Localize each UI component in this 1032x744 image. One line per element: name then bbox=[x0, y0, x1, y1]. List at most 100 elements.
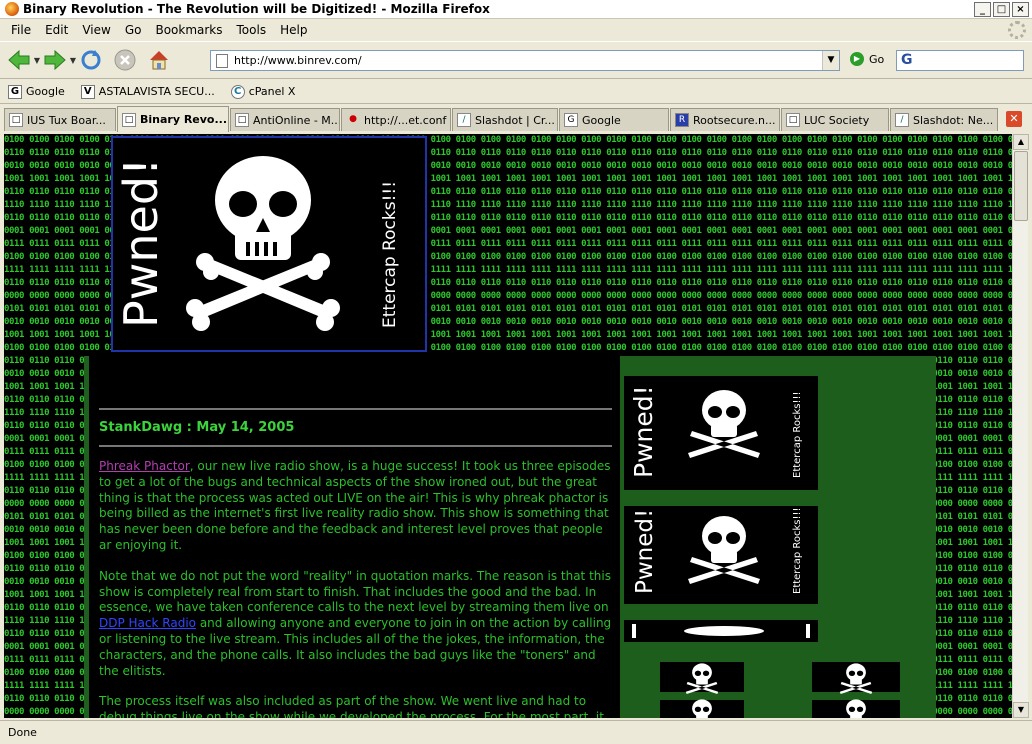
reload-icon bbox=[81, 50, 101, 70]
rootsecure-icon: R bbox=[675, 113, 689, 127]
bookmark-label: cPanel X bbox=[248, 85, 296, 98]
tab-ius-tux[interactable]: □ IUS Tux Boar... bbox=[4, 108, 116, 131]
divider bbox=[99, 445, 612, 447]
post-header: StankDawg : May 14, 2005 bbox=[99, 420, 295, 435]
tab-label: http://...et.conf bbox=[364, 113, 447, 127]
minimize-button[interactable]: _ bbox=[974, 2, 991, 17]
url-text[interactable]: http://www.binrev.com/ bbox=[234, 54, 822, 67]
forward-history-dropdown[interactable]: ▼ bbox=[68, 56, 78, 65]
slashdot-icon: / bbox=[895, 113, 909, 127]
back-history-dropdown[interactable]: ▼ bbox=[32, 56, 42, 65]
back-button[interactable] bbox=[6, 47, 32, 73]
ddp-hack-radio-link[interactable]: DDP Hack Radio bbox=[99, 616, 196, 630]
bookmark-astalavista[interactable]: V ASTALAVISTA SECU... bbox=[80, 84, 215, 99]
svg-text:Ettercap Rocks!!!: Ettercap Rocks!!! bbox=[792, 508, 803, 595]
svg-text:Pwned!: Pwned! bbox=[629, 385, 658, 478]
browser-window: Binary Revolution - The Revolution will … bbox=[0, 0, 1032, 744]
close-tab-icon[interactable]: ✕ bbox=[1006, 111, 1022, 127]
tab-binary-revolution[interactable]: □ Binary Revo... bbox=[117, 106, 229, 132]
scroll-down-icon[interactable]: ▼ bbox=[1013, 702, 1029, 718]
cpanel-icon: C bbox=[230, 84, 245, 99]
maximize-button[interactable]: □ bbox=[993, 2, 1010, 17]
page-content: 0100 0100 0100 0100 0100 0100 0100 0100 … bbox=[4, 134, 1012, 718]
pwned-text: Pwned! bbox=[114, 158, 168, 328]
throbber-icon bbox=[1008, 21, 1026, 39]
menu-go[interactable]: Go bbox=[118, 23, 149, 37]
tab-label: AntiOnline - M... bbox=[253, 113, 340, 127]
astalavista-icon: V bbox=[80, 84, 95, 99]
tab-label: Rootsecure.n... bbox=[693, 113, 776, 127]
menu-file[interactable]: File bbox=[4, 23, 38, 37]
page-icon bbox=[216, 53, 228, 68]
bookmark-label: ASTALAVISTA SECU... bbox=[98, 85, 215, 98]
pwned-image-6 bbox=[660, 699, 744, 718]
pwned-image-5 bbox=[812, 662, 900, 694]
search-input[interactable]: G bbox=[896, 50, 1024, 71]
redhat-icon: ● bbox=[349, 114, 357, 124]
tab-label: IUS Tux Boar... bbox=[27, 113, 106, 127]
pwned-image-1: Pwned! Ettercap Rocks!!! bbox=[624, 376, 818, 490]
tab-bar: □ IUS Tux Boar... □ Binary Revo... □ Ant… bbox=[0, 106, 1032, 132]
forward-arrow-icon bbox=[44, 49, 66, 71]
close-button[interactable]: × bbox=[1012, 2, 1029, 17]
main-column: StankDawg : May 14, 2005 Phreak Phactor,… bbox=[84, 356, 620, 718]
menu-bar: File Edit View Go Bookmarks Tools Help bbox=[0, 20, 1032, 40]
tab-label: Slashdot | Cr... bbox=[475, 113, 555, 127]
svg-text:Pwned!: Pwned! bbox=[632, 509, 658, 594]
reload-button[interactable] bbox=[78, 47, 104, 73]
bookmark-cpanel[interactable]: C cPanel X bbox=[230, 84, 296, 99]
bookmark-label: Google bbox=[26, 85, 65, 98]
pwned-banner-image: Pwned! Ettercap Rocks!!! bbox=[111, 136, 427, 352]
vertical-scrollbar[interactable]: ▲ ▼ bbox=[1012, 134, 1029, 718]
menu-tools[interactable]: Tools bbox=[230, 23, 274, 37]
post-paragraph-2: Note that we do not put the word "realit… bbox=[99, 569, 612, 680]
tab-label: LUC Society bbox=[804, 113, 870, 127]
status-bar: Done bbox=[0, 720, 1032, 744]
go-arrow-icon: ▶ bbox=[850, 52, 864, 66]
menu-bookmarks[interactable]: Bookmarks bbox=[148, 23, 229, 37]
stop-button[interactable] bbox=[112, 47, 138, 73]
forward-button[interactable] bbox=[42, 47, 68, 73]
tab-page-icon: □ bbox=[235, 113, 249, 127]
menu-view[interactable]: View bbox=[75, 23, 117, 37]
google-icon: G bbox=[564, 113, 578, 127]
post-body: Phreak Phactor, our new live radio show,… bbox=[99, 459, 612, 718]
tab-luc-society[interactable]: □ LUC Society bbox=[781, 108, 889, 131]
skull-crossbones-icon: Pwned! Ettercap Rocks!!! bbox=[114, 156, 400, 331]
post-text: Note that we do not put the word "realit… bbox=[99, 568, 611, 615]
go-label: Go bbox=[869, 52, 885, 66]
tab-antionline[interactable]: □ AntiOnline - M... bbox=[230, 108, 340, 131]
pwned-image-3 bbox=[624, 620, 818, 642]
sidebar-column: Pwned! Ettercap Rocks!!! Pwned! Ettercap… bbox=[620, 356, 936, 718]
stop-icon bbox=[114, 49, 136, 71]
scroll-up-icon[interactable]: ▲ bbox=[1013, 134, 1029, 150]
post-paragraph-3: The process itself was also included as … bbox=[99, 694, 604, 718]
pwned-image-7 bbox=[812, 699, 900, 718]
window-title: Binary Revolution - The Revolution will … bbox=[23, 2, 490, 16]
svg-text:Ettercap Rocks!!!: Ettercap Rocks!!! bbox=[792, 392, 803, 479]
go-button[interactable]: ▶ Go bbox=[850, 52, 884, 66]
menu-edit[interactable]: Edit bbox=[38, 23, 75, 37]
home-button[interactable] bbox=[146, 47, 172, 73]
slashdot-icon: / bbox=[457, 113, 471, 127]
google-icon: G bbox=[8, 84, 22, 99]
tab-slashdot-cr[interactable]: / Slashdot | Cr... bbox=[452, 108, 558, 131]
scroll-thumb[interactable] bbox=[1014, 151, 1028, 221]
menu-help[interactable]: Help bbox=[273, 23, 314, 37]
tab-rootsecure[interactable]: R Rootsecure.n... bbox=[670, 108, 780, 131]
post-paragraph-1: Phreak Phactor, our new live radio show,… bbox=[99, 459, 612, 554]
navigation-toolbar: ▼ ▼ http://www.binrev.com/ ▼ ▶ Go G bbox=[0, 41, 1032, 79]
tab-etter-conf[interactable]: ● http://...et.conf bbox=[341, 108, 451, 131]
phreak-phactor-link[interactable]: Phreak Phactor bbox=[99, 459, 190, 473]
tab-slashdot-ne[interactable]: / Slashdot: Ne... bbox=[890, 108, 998, 131]
url-bar[interactable]: http://www.binrev.com/ ▼ bbox=[210, 50, 840, 71]
title-bar: Binary Revolution - The Revolution will … bbox=[0, 0, 1032, 19]
tab-label: Google bbox=[582, 113, 621, 127]
url-dropdown-button[interactable]: ▼ bbox=[822, 51, 839, 70]
home-icon bbox=[150, 51, 168, 70]
bookmark-google[interactable]: G Google bbox=[8, 84, 65, 99]
status-text: Done bbox=[8, 726, 37, 739]
tab-google[interactable]: G Google bbox=[559, 108, 669, 131]
tab-page-icon: □ bbox=[122, 112, 136, 127]
tab-page-icon: □ bbox=[786, 113, 800, 127]
